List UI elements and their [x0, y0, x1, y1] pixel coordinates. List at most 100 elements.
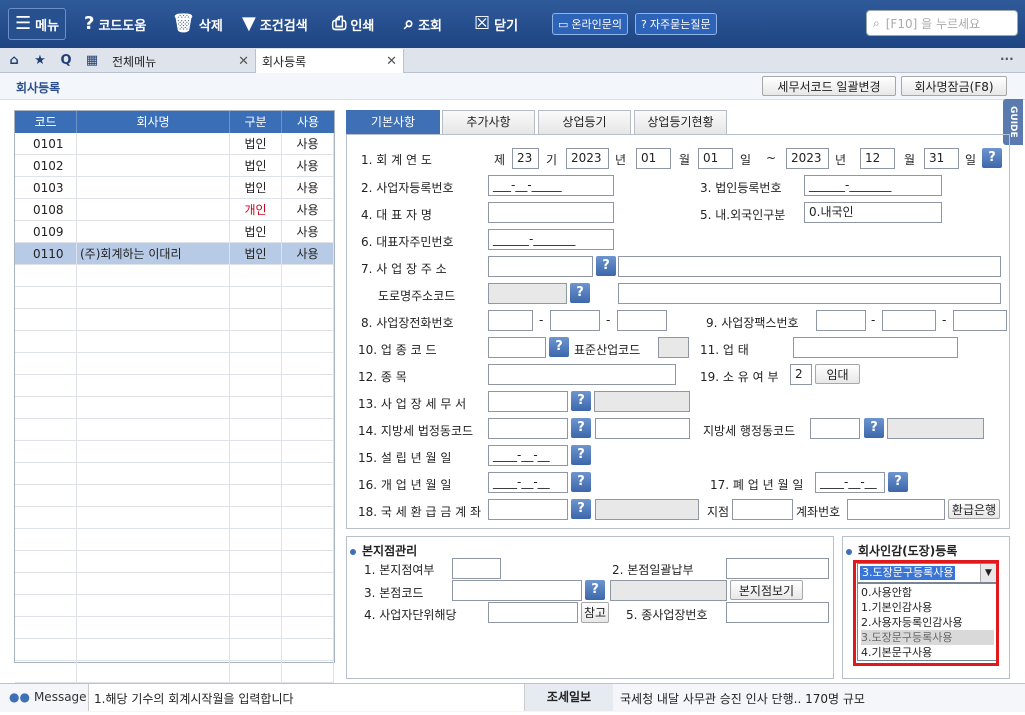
road-code-input[interactable]: [488, 283, 567, 304]
condition-search-button[interactable]: ▼ 조건검색: [238, 8, 312, 40]
phone-2-input[interactable]: [550, 310, 600, 331]
empty-cell[interactable]: [230, 595, 282, 617]
close-icon[interactable]: ✕: [386, 54, 397, 69]
business-type-input[interactable]: [793, 337, 958, 358]
road-address-input[interactable]: [618, 283, 1001, 304]
end-year-input[interactable]: 2023: [786, 148, 829, 169]
empty-cell[interactable]: [282, 397, 334, 419]
empty-cell[interactable]: [282, 441, 334, 463]
cell-use[interactable]: 사용: [282, 133, 334, 155]
empty-cell[interactable]: [230, 397, 282, 419]
col-header-name[interactable]: 회사명: [77, 111, 230, 133]
local-legal-name-input[interactable]: [595, 418, 690, 439]
empty-cell[interactable]: [15, 485, 77, 507]
opened-date-input[interactable]: ____-__-__: [488, 472, 568, 493]
empty-cell[interactable]: [77, 639, 230, 661]
empty-cell[interactable]: [77, 485, 230, 507]
refund-bank-button[interactable]: 환급은행: [948, 499, 1000, 519]
col-header-use[interactable]: 사용: [282, 111, 334, 133]
refund-bank-input[interactable]: [488, 499, 568, 520]
search-input[interactable]: ⌕ [F10] 을 누르세요: [866, 10, 1018, 36]
ownership-input[interactable]: 2: [790, 364, 812, 385]
unit-biz-input[interactable]: [488, 602, 578, 623]
empty-cell[interactable]: [77, 573, 230, 595]
empty-cell[interactable]: [77, 595, 230, 617]
online-inquiry-button[interactable]: ▭ 온라인문의: [552, 13, 629, 35]
search-tab-icon[interactable]: Q: [56, 51, 76, 71]
cell-code[interactable]: 0101: [15, 133, 77, 155]
empty-cell[interactable]: [230, 287, 282, 309]
empty-cell[interactable]: [77, 331, 230, 353]
empty-cell[interactable]: [77, 419, 230, 441]
home-icon[interactable]: ⌂: [4, 51, 24, 71]
empty-cell[interactable]: [77, 441, 230, 463]
close-button[interactable]: ☒ 닫기: [470, 8, 522, 40]
empty-cell[interactable]: [282, 419, 334, 441]
news-label[interactable]: 조세일보: [525, 684, 613, 711]
help-button[interactable]: ?: [888, 472, 908, 492]
empty-cell[interactable]: [282, 309, 334, 331]
empty-cell[interactable]: [230, 617, 282, 639]
cell-code[interactable]: 0108: [15, 199, 77, 221]
fax-1-input[interactable]: [816, 310, 866, 331]
tab-company-reg[interactable]: 회사등록 ✕: [256, 49, 404, 74]
empty-cell[interactable]: [230, 375, 282, 397]
star-icon[interactable]: ★: [30, 51, 50, 71]
empty-cell[interactable]: [77, 265, 230, 287]
branch-input[interactable]: [732, 499, 793, 520]
empty-cell[interactable]: [77, 661, 230, 683]
phone-1-input[interactable]: [488, 310, 533, 331]
empty-cell[interactable]: [230, 529, 282, 551]
empty-cell[interactable]: [77, 309, 230, 331]
bulk-pay-input[interactable]: [726, 558, 829, 579]
empty-cell[interactable]: [230, 265, 282, 287]
address-input[interactable]: [618, 256, 1001, 277]
empty-cell[interactable]: [77, 397, 230, 419]
empty-cell[interactable]: [230, 463, 282, 485]
empty-cell[interactable]: [15, 353, 77, 375]
help-button[interactable]: ?: [585, 580, 605, 600]
cell-use[interactable]: 사용: [282, 155, 334, 177]
empty-cell[interactable]: [282, 551, 334, 573]
empty-cell[interactable]: [230, 507, 282, 529]
founded-date-input[interactable]: ____-__-__: [488, 445, 568, 466]
cell-type[interactable]: 법인: [230, 177, 282, 199]
fax-2-input[interactable]: [882, 310, 936, 331]
col-header-code[interactable]: 코드: [15, 111, 77, 133]
rent-button[interactable]: 임대: [815, 364, 860, 384]
empty-cell[interactable]: [15, 507, 77, 529]
empty-cell[interactable]: [230, 485, 282, 507]
empty-cell[interactable]: [282, 661, 334, 683]
empty-cell[interactable]: [282, 617, 334, 639]
empty-cell[interactable]: [15, 661, 77, 683]
start-day-input[interactable]: 01: [698, 148, 733, 169]
help-button[interactable]: ?: [596, 256, 616, 276]
period-input[interactable]: 23: [512, 148, 539, 169]
tax-office-bulk-button[interactable]: 세무서코드 일괄변경: [762, 76, 896, 96]
empty-cell[interactable]: [282, 265, 334, 287]
col-header-type[interactable]: 구분: [230, 111, 282, 133]
reference-button[interactable]: 참고: [581, 602, 609, 623]
empty-cell[interactable]: [15, 419, 77, 441]
empty-cell[interactable]: [282, 353, 334, 375]
phone-3-input[interactable]: [617, 310, 667, 331]
empty-cell[interactable]: [282, 375, 334, 397]
empty-cell[interactable]: [282, 507, 334, 529]
empty-cell[interactable]: [15, 551, 77, 573]
cell-code[interactable]: 0102: [15, 155, 77, 177]
ceo-id-input[interactable]: ______-_______: [488, 229, 614, 250]
help-button[interactable]: ?: [571, 445, 591, 465]
tab-commercial-reg[interactable]: 상업등기: [538, 110, 631, 134]
fax-3-input[interactable]: [953, 310, 1007, 331]
help-button[interactable]: ?: [864, 418, 884, 438]
start-month-input[interactable]: 01: [636, 148, 671, 169]
end-month-input[interactable]: 12: [860, 148, 895, 169]
empty-cell[interactable]: [230, 419, 282, 441]
cell-name[interactable]: [77, 133, 230, 155]
help-button[interactable]: ?: [571, 391, 591, 411]
sub-biz-no-input[interactable]: [726, 602, 829, 623]
end-day-input[interactable]: 31: [924, 148, 959, 169]
cell-name[interactable]: [77, 177, 230, 199]
code-help-button[interactable]: ? 코드도움: [80, 8, 150, 40]
empty-cell[interactable]: [15, 639, 77, 661]
